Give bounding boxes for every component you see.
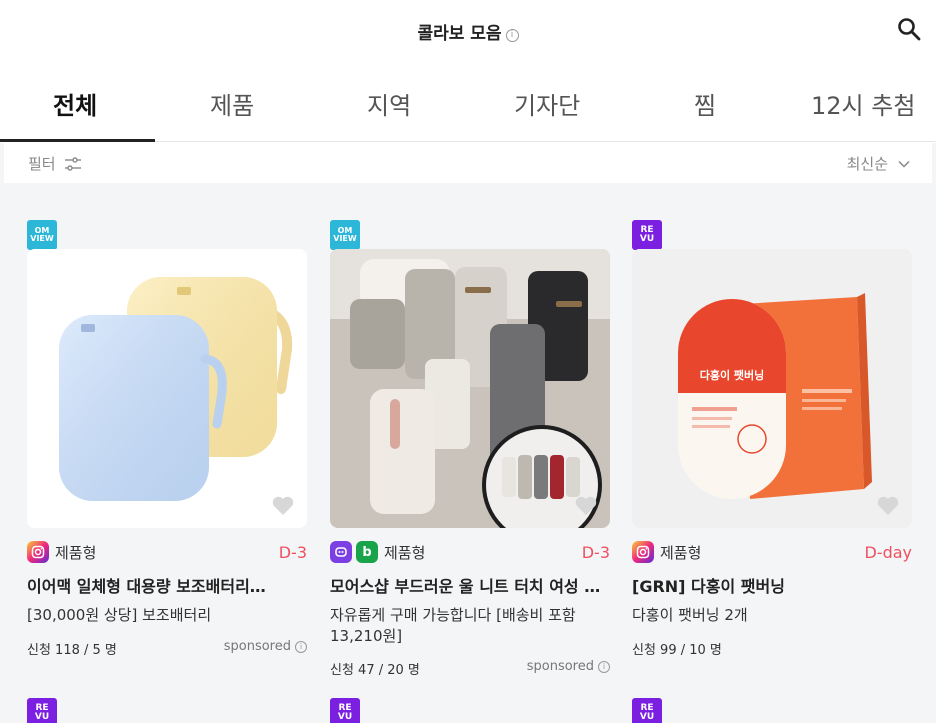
card-meta: b 제품형 D-3 [330,540,610,564]
campaign-type: 제품형 [384,543,426,562]
power-bank-illustration [27,249,307,528]
card-description: 다홍이 팻버닝 2개 [632,606,748,624]
sliders-icon [64,156,81,171]
product-image[interactable] [330,249,610,528]
logo-line: VIEW [30,234,54,243]
revu-logo: RE VU [632,220,662,250]
applicant-count: 신청 47 / 20 명 [330,663,420,678]
filter-bar: 필터 최신순 [0,143,936,183]
sponsored-label[interactable]: sponsored i [167,639,307,654]
category-tabs: 전체 제품 지역 기자단 찜 12시 추첨 [0,72,936,142]
campaign-card[interactable]: OM VIEW [330,183,610,683]
campaign-grid: OM VIEW 제품형 D-3 이어맥 일체형 대용량 보조배터리… [30,0… [0,183,936,723]
info-icon: i [598,661,610,673]
top-bar: 콜라보 모음 i [0,0,936,62]
revu-logo: RE VU [27,698,57,723]
sort-dropdown[interactable]: 최신순 [847,153,910,174]
gloves-illustration [330,249,610,528]
tab-product[interactable]: 제품 [210,86,254,121]
dday-badge: D-3 [278,542,307,562]
campaign-card[interactable]: RE VU 다홍이 팻버닝 제품형 D-day [GRN] 다홍이 팻버닝 다홍… [632,183,912,683]
heart-icon[interactable] [876,494,900,516]
campaign-type: 제품형 [660,543,702,562]
sponsored-text: sponsored [223,639,291,654]
instagram-icon [27,541,49,563]
naver-icon [330,541,352,563]
sort-label: 최신순 [846,155,888,173]
supplement-illustration: 다홍이 팻버닝 [632,249,912,528]
campaign-type: 제품형 [55,543,97,562]
tab-region[interactable]: 지역 [367,86,411,121]
product-image[interactable] [27,249,307,528]
tab-all[interactable]: 전체 [53,86,97,121]
applicant-count: 신청 99 / 10 명 [632,643,722,658]
product-image[interactable]: 다홍이 팻버닝 [632,249,912,528]
search-icon[interactable] [896,16,922,42]
active-tab-indicator [0,139,155,142]
page-title: 콜라보 모음 i [0,19,936,44]
card-description: [30,000원 상당] 보조배터리 [27,606,212,624]
tab-favorites[interactable]: 찜 [694,86,716,121]
logo-line: VU [639,712,655,722]
tab-noon-draw[interactable]: 12시 추첨 [811,86,915,121]
card-description: 자유롭게 구매 가능합니다 [배송비 포함 13,210원] [330,606,576,645]
blog-icon: b [356,541,378,563]
card-title[interactable]: 모어스샵 부드러운 울 니트 터치 여성 장갑 [330,573,610,597]
tab-reporter[interactable]: 기자단 [514,86,580,121]
info-icon: i [295,641,307,653]
applicant-count: 신청 118 / 5 명 [27,643,117,658]
filter-label: 필터 [28,155,56,173]
info-icon[interactable]: i [505,29,519,42]
logo-line: VU [337,712,353,722]
card-meta: 제품형 D-3 [27,540,307,564]
logo-line: VU [34,712,50,722]
chevron-down-icon [898,160,910,168]
omview-logo: OM VIEW [330,220,360,250]
heart-icon[interactable] [271,494,295,516]
logo-line: VIEW [333,234,357,243]
filter-button[interactable]: 필터 [28,153,82,174]
instagram-icon [632,541,654,563]
bottle-label: 다홍이 팻버닝 [700,368,765,382]
campaign-card[interactable]: OM VIEW [27,183,307,683]
sponsored-text: sponsored [526,659,594,674]
dday-badge: D-3 [581,542,610,562]
logo-line: VU [639,234,655,244]
page-title-text: 콜라보 모음 [417,24,502,44]
card-title[interactable]: [GRN] 다홍이 팻버닝 [632,573,912,597]
revu-logo: RE VU [330,698,360,723]
filter-bar-inner: 필터 최신순 [4,143,932,183]
sponsored-label[interactable]: sponsored i [470,659,610,674]
heart-icon[interactable] [574,494,598,516]
card-title[interactable]: 이어맥 일체형 대용량 보조배터리… [27,573,307,597]
omview-logo: OM VIEW [27,220,57,250]
dday-badge: D-day [864,542,912,562]
revu-logo: RE VU [632,698,662,723]
card-meta: 제품형 D-day [632,540,912,564]
